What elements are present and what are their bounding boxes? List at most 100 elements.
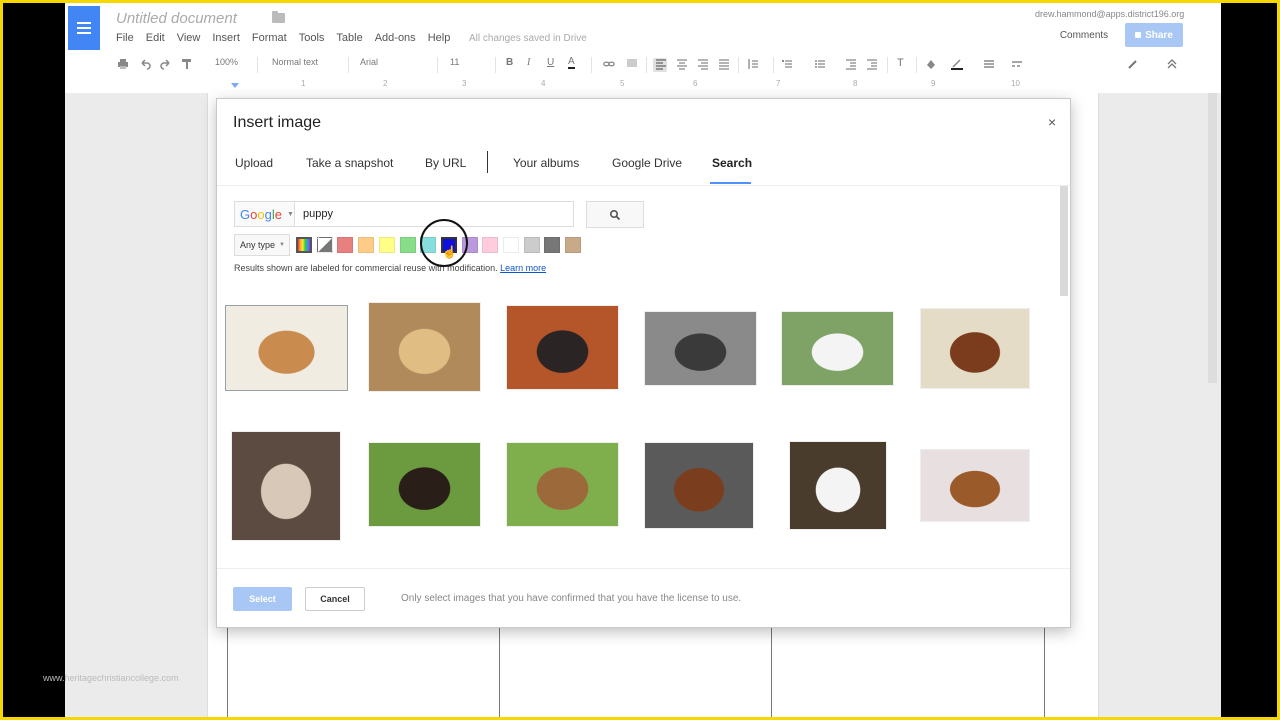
image-result-white-samoyed-puppy[interactable] [789, 441, 887, 530]
border-color-icon[interactable] [951, 58, 963, 70]
docs-app: Untitled document drew.hammond@apps.dist… [65, 3, 1221, 717]
comments-button[interactable]: Comments [1047, 23, 1121, 47]
paragraph-style-select[interactable]: Normal text [272, 57, 318, 67]
document-table[interactable] [227, 623, 1045, 717]
border-width-icon[interactable] [983, 58, 995, 70]
active-tab-indicator [710, 182, 751, 184]
license-warning: Only select images that you have confirm… [401, 593, 742, 604]
editing-mode-pencil-icon[interactable] [1127, 58, 1139, 70]
image-result-white-maltese-puppy[interactable] [781, 311, 894, 386]
image-result-husky-puppy-on-pavement[interactable] [644, 311, 757, 386]
menu-edit[interactable]: Edit [146, 32, 165, 44]
image-result-saint-bernard-puppy-in-leaves[interactable] [506, 305, 619, 390]
clear-formatting-icon[interactable]: T [897, 57, 904, 69]
toolbar: 100% Normal text Arial 11 B I U A T [65, 51, 1221, 81]
tab-take-snapshot[interactable]: Take a snapshot [306, 156, 393, 170]
menu-file[interactable]: File [116, 32, 134, 44]
share-button[interactable]: Share [1125, 23, 1183, 47]
cursor-highlight-ring [420, 219, 468, 267]
justify-icon[interactable] [718, 58, 730, 70]
numbered-list-icon[interactable] [781, 58, 793, 70]
tab-upload[interactable]: Upload [235, 156, 273, 170]
align-left-icon[interactable] [655, 58, 667, 70]
menu-format[interactable]: Format [252, 32, 287, 44]
menu-table[interactable]: Table [336, 32, 362, 44]
folder-icon[interactable] [272, 11, 285, 23]
dialog-footer: Select Cancel Only select images that yo… [217, 568, 1070, 628]
line-spacing-icon[interactable] [747, 58, 759, 70]
border-dash-icon[interactable] [1011, 58, 1023, 70]
image-result-border-collie-puppy[interactable] [644, 442, 754, 529]
zoom-select[interactable]: 100% [215, 57, 238, 67]
menu-help[interactable]: Help [428, 32, 451, 44]
bold-icon[interactable]: B [506, 57, 513, 68]
toolbar-separator [348, 57, 349, 73]
watermark: www.heritagechristiancollege.com [43, 673, 179, 683]
collapse-chevron-icon[interactable] [1166, 58, 1178, 70]
undo-icon[interactable] [139, 58, 151, 70]
align-right-icon[interactable] [697, 58, 709, 70]
indent-marker-icon[interactable] [231, 83, 239, 88]
image-result-puppy-lying-on-blanket[interactable] [225, 305, 348, 391]
lock-icon [1135, 32, 1142, 38]
image-result-boxer-puppy[interactable] [920, 308, 1030, 389]
align-center-icon[interactable] [676, 58, 688, 70]
ruler-mark: 9 [931, 79, 936, 88]
save-status[interactable]: All changes saved in Drive [469, 33, 587, 44]
image-result-brown-puppy-on-white[interactable] [920, 449, 1030, 522]
decrease-indent-icon[interactable] [845, 58, 857, 70]
tab-your-albums[interactable]: Your albums [513, 156, 579, 170]
document-scrollbar[interactable] [1208, 93, 1217, 383]
image-result-yellow-lab-puppy[interactable] [368, 302, 481, 392]
font-select[interactable]: Arial [360, 57, 378, 67]
underline-icon[interactable]: U [547, 57, 554, 68]
dialog-scrollbar[interactable] [1060, 186, 1068, 296]
link-icon[interactable] [603, 58, 615, 70]
close-icon[interactable]: × [1048, 114, 1056, 130]
cancel-button[interactable]: Cancel [305, 587, 365, 611]
highlight-color-icon[interactable] [925, 58, 937, 70]
ruler-mark: 8 [853, 79, 858, 88]
text-color-icon[interactable]: A [568, 57, 575, 69]
ruler: 1 2 3 4 5 6 7 8 9 10 [215, 79, 1095, 91]
menu-view[interactable]: View [177, 32, 201, 44]
tab-google-drive[interactable]: Google Drive [612, 156, 682, 170]
dialog-title: Insert image [233, 114, 322, 131]
toolbar-separator [738, 57, 739, 73]
font-size-select[interactable]: 11 [450, 57, 459, 67]
italic-icon[interactable]: I [527, 57, 530, 68]
bulleted-list-icon[interactable] [814, 58, 826, 70]
user-email[interactable]: drew.hammond@apps.district196.org [1035, 9, 1184, 19]
select-button[interactable]: Select [233, 587, 292, 611]
ruler-mark: 4 [541, 79, 546, 88]
toolbar-separator [646, 57, 647, 73]
document-title[interactable]: Untitled document [116, 10, 237, 27]
redo-icon[interactable] [160, 58, 172, 70]
share-label: Share [1145, 29, 1173, 41]
menu-tools[interactable]: Tools [299, 32, 325, 44]
menu-insert[interactable]: Insert [212, 32, 240, 44]
menu-add-ons[interactable]: Add-ons [375, 32, 416, 44]
image-results-grid [217, 186, 1070, 568]
ruler-mark: 2 [383, 79, 388, 88]
screen-frame: Untitled document drew.hammond@apps.dist… [0, 0, 1280, 720]
ruler-mark: 5 [620, 79, 625, 88]
dialog-tabs: Upload Take a snapshot By URL Your album… [217, 149, 1070, 186]
ruler-mark: 3 [462, 79, 467, 88]
image-result-bulldog-puppy-in-sweater[interactable] [231, 431, 341, 541]
toolbar-separator [887, 57, 888, 73]
image-result-beagle-puppy-on-grass[interactable] [506, 442, 619, 527]
print-icon[interactable] [117, 58, 129, 70]
toolbar-separator [916, 57, 917, 73]
search-panel: Google ▼ Any type▼ Results shown are lab… [217, 186, 1070, 568]
toolbar-separator [437, 57, 438, 73]
tab-by-url[interactable]: By URL [425, 156, 466, 170]
comment-icon[interactable] [626, 58, 638, 70]
tab-divider [487, 151, 488, 173]
paint-format-icon[interactable] [181, 58, 193, 70]
tab-search[interactable]: Search [712, 156, 752, 170]
pointer-hand-icon: ☝ [442, 245, 457, 259]
docs-logo-icon[interactable] [68, 6, 100, 50]
image-result-rottweiler-puppy-on-grass[interactable] [368, 442, 481, 527]
increase-indent-icon[interactable] [866, 58, 878, 70]
